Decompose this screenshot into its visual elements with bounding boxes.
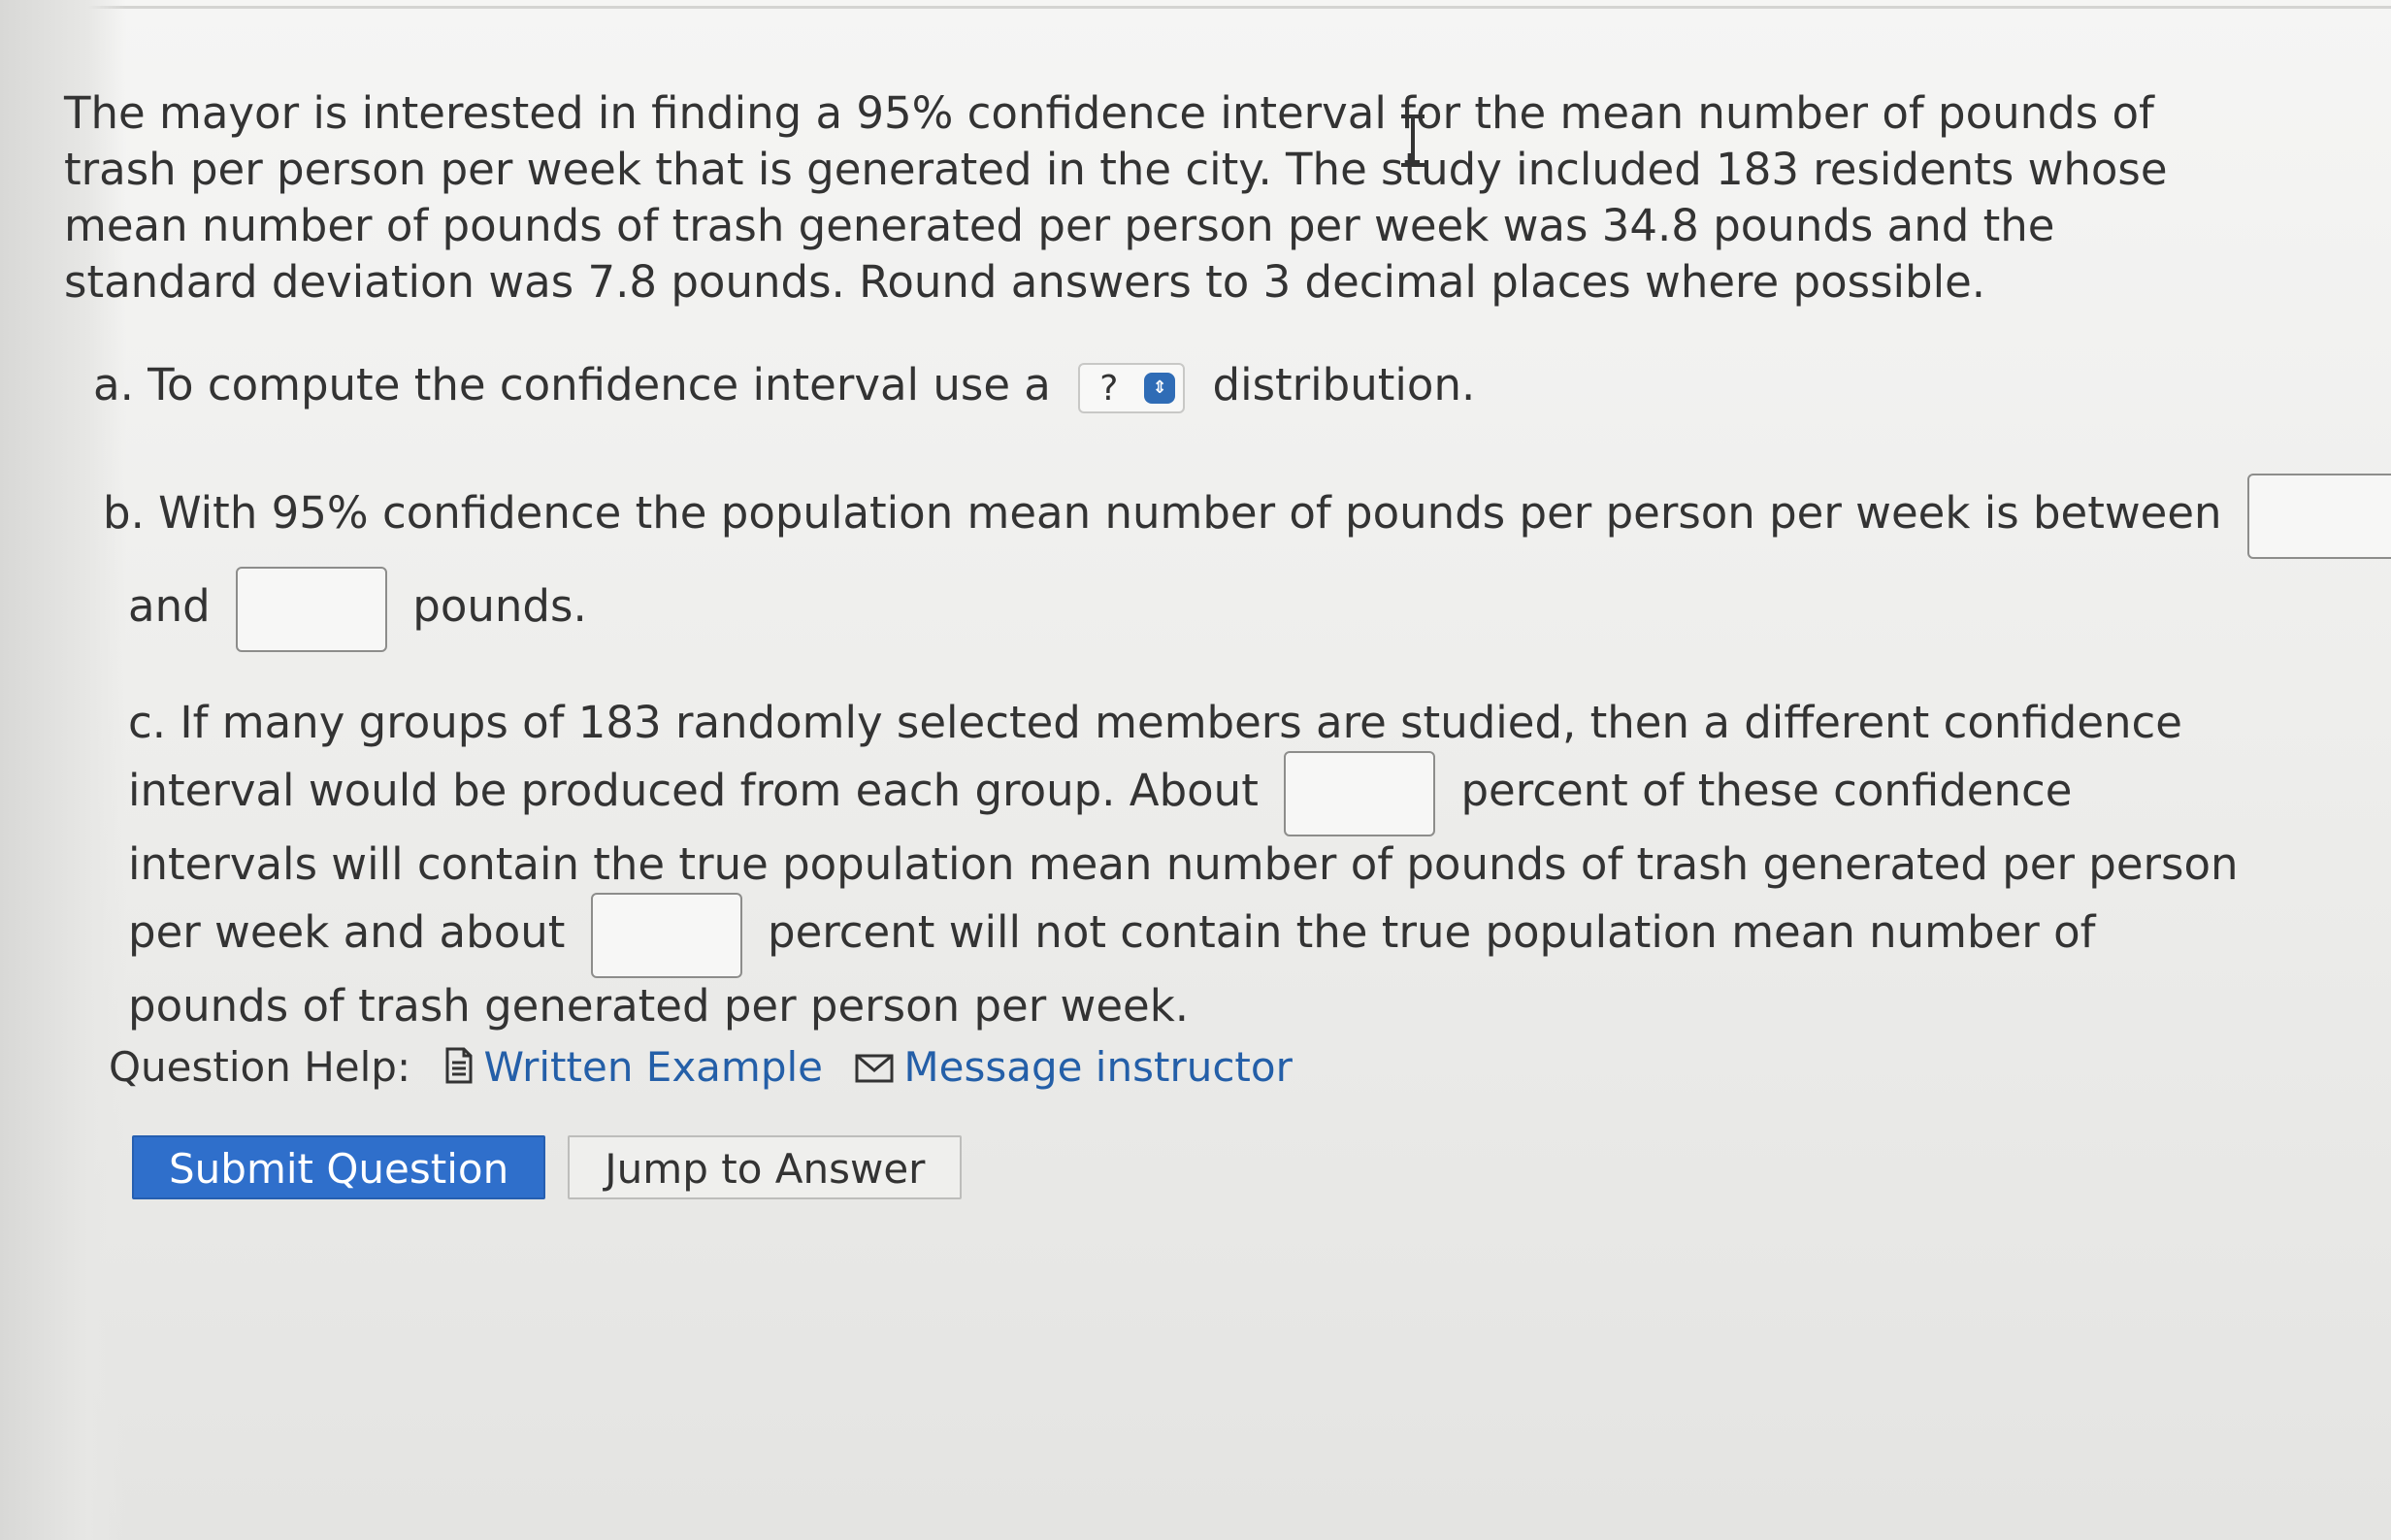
- part-a-prefix: a. To compute the confidence interval us…: [93, 359, 1051, 410]
- part-a: a. To compute the confidence interval us…: [93, 357, 1475, 413]
- distribution-select-value: ?: [1099, 369, 1119, 409]
- document-icon: [444, 1043, 474, 1098]
- distribution-select[interactable]: ? ⇕: [1078, 363, 1186, 413]
- part-c: c. If many groups of 183 randomly select…: [128, 695, 2244, 1034]
- screen: The mayor is interested in finding a 95%…: [0, 0, 2391, 1540]
- jump-to-answer-button[interactable]: Jump to Answer: [568, 1135, 963, 1199]
- message-instructor-link[interactable]: Message instructor: [855, 1043, 1293, 1091]
- part-b-pounds: pounds.: [412, 580, 587, 632]
- upper-bound-input[interactable]: [235, 567, 387, 652]
- part-b-and: and: [128, 580, 211, 632]
- question-content: The mayor is interested in finding a 95%…: [64, 85, 2391, 1032]
- top-divider: [0, 6, 2391, 9]
- part-b-text: b. With 95% confidence the population me…: [103, 487, 2222, 539]
- problem-intro: The mayor is interested in finding a 95%…: [64, 87, 2168, 308]
- text-cursor-icon: [1401, 115, 1425, 167]
- written-example-label: Written Example: [483, 1043, 824, 1091]
- chevron-updown-icon: ⇕: [1144, 373, 1176, 404]
- envelope-icon: [855, 1043, 894, 1098]
- question-help: Question Help: Written Example Message i…: [109, 1040, 1293, 1098]
- message-instructor-label: Message instructor: [903, 1043, 1293, 1091]
- contain-percent-input[interactable]: [1284, 751, 1436, 836]
- question-help-label: Question Help:: [109, 1043, 411, 1091]
- part-a-suffix: distribution.: [1212, 359, 1476, 410]
- lower-bound-input[interactable]: [2246, 474, 2391, 559]
- not-contain-percent-input[interactable]: [590, 893, 742, 978]
- written-example-link[interactable]: Written Example: [444, 1043, 835, 1091]
- submit-question-button[interactable]: Submit Question: [132, 1135, 546, 1199]
- action-buttons: Submit Question Jump to Answer: [132, 1135, 979, 1199]
- part-b-line1: b. With 95% confidence the population me…: [103, 474, 2391, 559]
- part-b-line2: and pounds.: [128, 567, 587, 652]
